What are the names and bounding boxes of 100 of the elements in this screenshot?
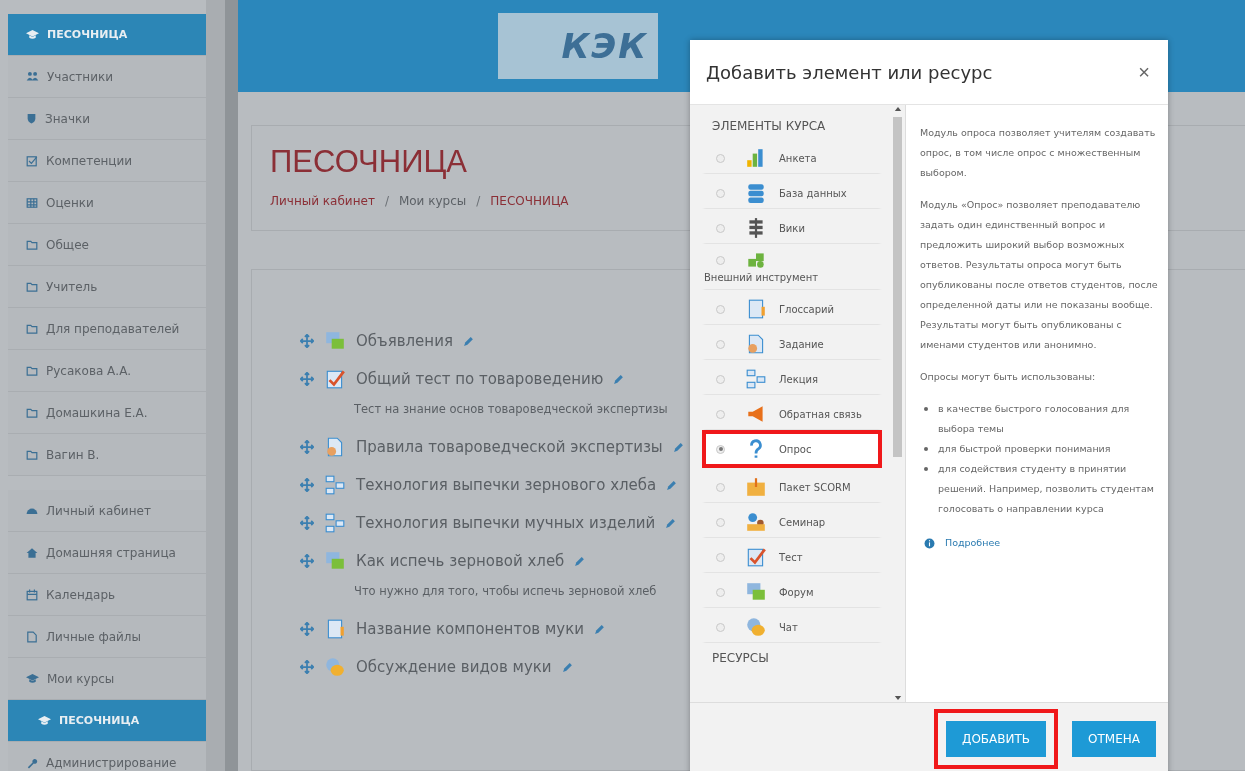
activity-link[interactable]: Правила товароведческой экспертизы (356, 438, 663, 456)
module-option[interactable]: Лекция (702, 360, 882, 395)
radio-button[interactable] (716, 188, 725, 198)
shield-icon (26, 113, 37, 124)
pencil-icon (672, 441, 684, 453)
module-option[interactable]: Внешний инструмент (702, 244, 882, 290)
description-paragraph: Опросы могут быть использованы: (920, 370, 1097, 384)
breadcrumb-separator: / (384, 194, 389, 208)
more-link[interactable]: Подробнее (924, 533, 1158, 553)
module-option[interactable]: Чат (702, 608, 882, 643)
info-icon (924, 537, 935, 549)
radio-button[interactable] (716, 374, 725, 384)
bullet-dot-icon (924, 407, 928, 411)
scrollbar-thumb[interactable] (893, 117, 902, 457)
course-title: ПЕСОЧНИЦА (270, 144, 468, 180)
activity-description: Что нужно для того, чтобы испечь зерновой хлеб (354, 583, 657, 600)
page-scrollbar[interactable] (225, 0, 238, 771)
option-label: Глоссарий (779, 303, 835, 315)
breadcrumb-link[interactable]: ПЕСОЧНИЦА (490, 194, 569, 208)
move-icon (300, 478, 314, 492)
radio-button[interactable] (716, 223, 725, 233)
radio-button[interactable] (716, 517, 725, 527)
activity-link[interactable]: Обсуждение видов муки (356, 658, 552, 676)
move-icon (300, 372, 314, 386)
chat-icon (324, 656, 346, 678)
option-label: Внешний инструмент (704, 272, 819, 285)
option-label: Задание (779, 338, 824, 350)
option-label: Опрос (779, 443, 812, 455)
activity-link[interactable]: Технология выпечки зернового хлеба (356, 476, 657, 494)
activity-link[interactable]: Объявления (356, 332, 453, 350)
move-icon (300, 660, 314, 674)
breadcrumb-link[interactable]: Мои курсы (398, 194, 467, 208)
module-option[interactable]: Опрос (702, 430, 882, 468)
pencil-icon (666, 479, 678, 491)
radio-button[interactable] (716, 444, 725, 454)
pencil-icon (593, 623, 605, 635)
module-option[interactable]: База данных (702, 174, 882, 209)
activity-link[interactable]: Технология выпечки мучных изделий (356, 514, 656, 532)
option-label: Обратная связь (779, 408, 862, 420)
checkbox-icon (26, 154, 38, 167)
radio-button[interactable] (716, 622, 725, 632)
radio-button[interactable] (716, 482, 725, 492)
option-label: Форум (779, 586, 814, 598)
module-option[interactable]: Глоссарий (702, 290, 882, 325)
module-option[interactable]: Пакет SCORM (702, 468, 882, 503)
description-bullet: для быстрой проверки понимания (938, 442, 1111, 456)
users-icon (26, 70, 39, 83)
table-icon (26, 196, 38, 209)
module-option[interactable]: Форум (702, 573, 882, 608)
module-option[interactable]: Семинар (702, 503, 882, 538)
move-icon (300, 622, 314, 636)
description-paragraph: Модуль «Опрос» позволяет преподавателю задать один единственный вопрос и предложить широкий выбор возможных ответов. Результаты опроса могут быть опубликованы после ответов студентов, после определенной даты или не показаны вообще. Результаты могут быть опубликованы с именами студентов или анонимно. (920, 198, 1158, 352)
activity-link[interactable]: Название компонентов муки (356, 620, 584, 638)
close-button[interactable]: × (1138, 60, 1150, 84)
breadcrumb-separator: / (476, 194, 481, 208)
dialog-button[interactable]: ДОБАВИТЬ (946, 721, 1047, 757)
option-label: Семинар (779, 516, 826, 528)
option-label: Анкета (779, 152, 817, 164)
module-option[interactable]: Тест (702, 538, 882, 573)
pencil-icon (561, 661, 573, 673)
radio-button[interactable] (716, 339, 725, 349)
folder-icon (26, 280, 38, 293)
dialog-button[interactable]: ОТМЕНА (1072, 721, 1156, 757)
folder-icon (26, 406, 38, 419)
database-icon (745, 182, 767, 204)
bullet-dot-icon (924, 447, 928, 451)
section-heading: ЭЛЕМЕНТЫ КУРСА (711, 118, 827, 135)
module-option[interactable]: Вики (702, 209, 882, 244)
radio-button[interactable] (716, 255, 725, 265)
flowchart-icon (745, 368, 767, 390)
quiz-icon (745, 546, 767, 568)
people-icon (745, 511, 767, 533)
option-label: Лекция (779, 373, 819, 385)
dialog-title: Добавить элемент или ресурс (706, 61, 993, 83)
radio-button[interactable] (716, 153, 725, 163)
quiz-icon (324, 368, 346, 390)
option-label: База данных (779, 187, 847, 199)
radio-button[interactable] (716, 552, 725, 562)
option-label: Тест (779, 551, 803, 563)
home-icon (26, 546, 38, 559)
sidebar-item[interactable]: ПЕСОЧНИЦА (8, 14, 206, 56)
module-option[interactable]: Задание (702, 325, 882, 360)
radio-button[interactable] (716, 409, 725, 419)
move-icon (300, 334, 314, 348)
breadcrumb-link[interactable]: Личный кабинет (270, 194, 375, 208)
folder-icon (26, 238, 38, 251)
sidebar-item[interactable]: ПЕСОЧНИЦА (8, 700, 206, 742)
activity-link[interactable]: Как испечь зерновой хлеб (356, 552, 565, 570)
module-option[interactable]: Анкета (702, 139, 882, 174)
move-icon (300, 440, 314, 454)
radio-button[interactable] (716, 587, 725, 597)
activity-link[interactable]: Общий тест по товароведению (356, 370, 604, 388)
logo: КЭК (498, 13, 658, 79)
folder-icon (26, 364, 38, 377)
file-icon (26, 630, 38, 643)
activity-description: Тест на знание основ товароведческой экспертизы (354, 401, 668, 418)
option-label: Вики (779, 222, 805, 234)
flowchart-icon (324, 474, 346, 496)
move-icon (300, 516, 314, 530)
radio-button[interactable] (716, 304, 725, 314)
